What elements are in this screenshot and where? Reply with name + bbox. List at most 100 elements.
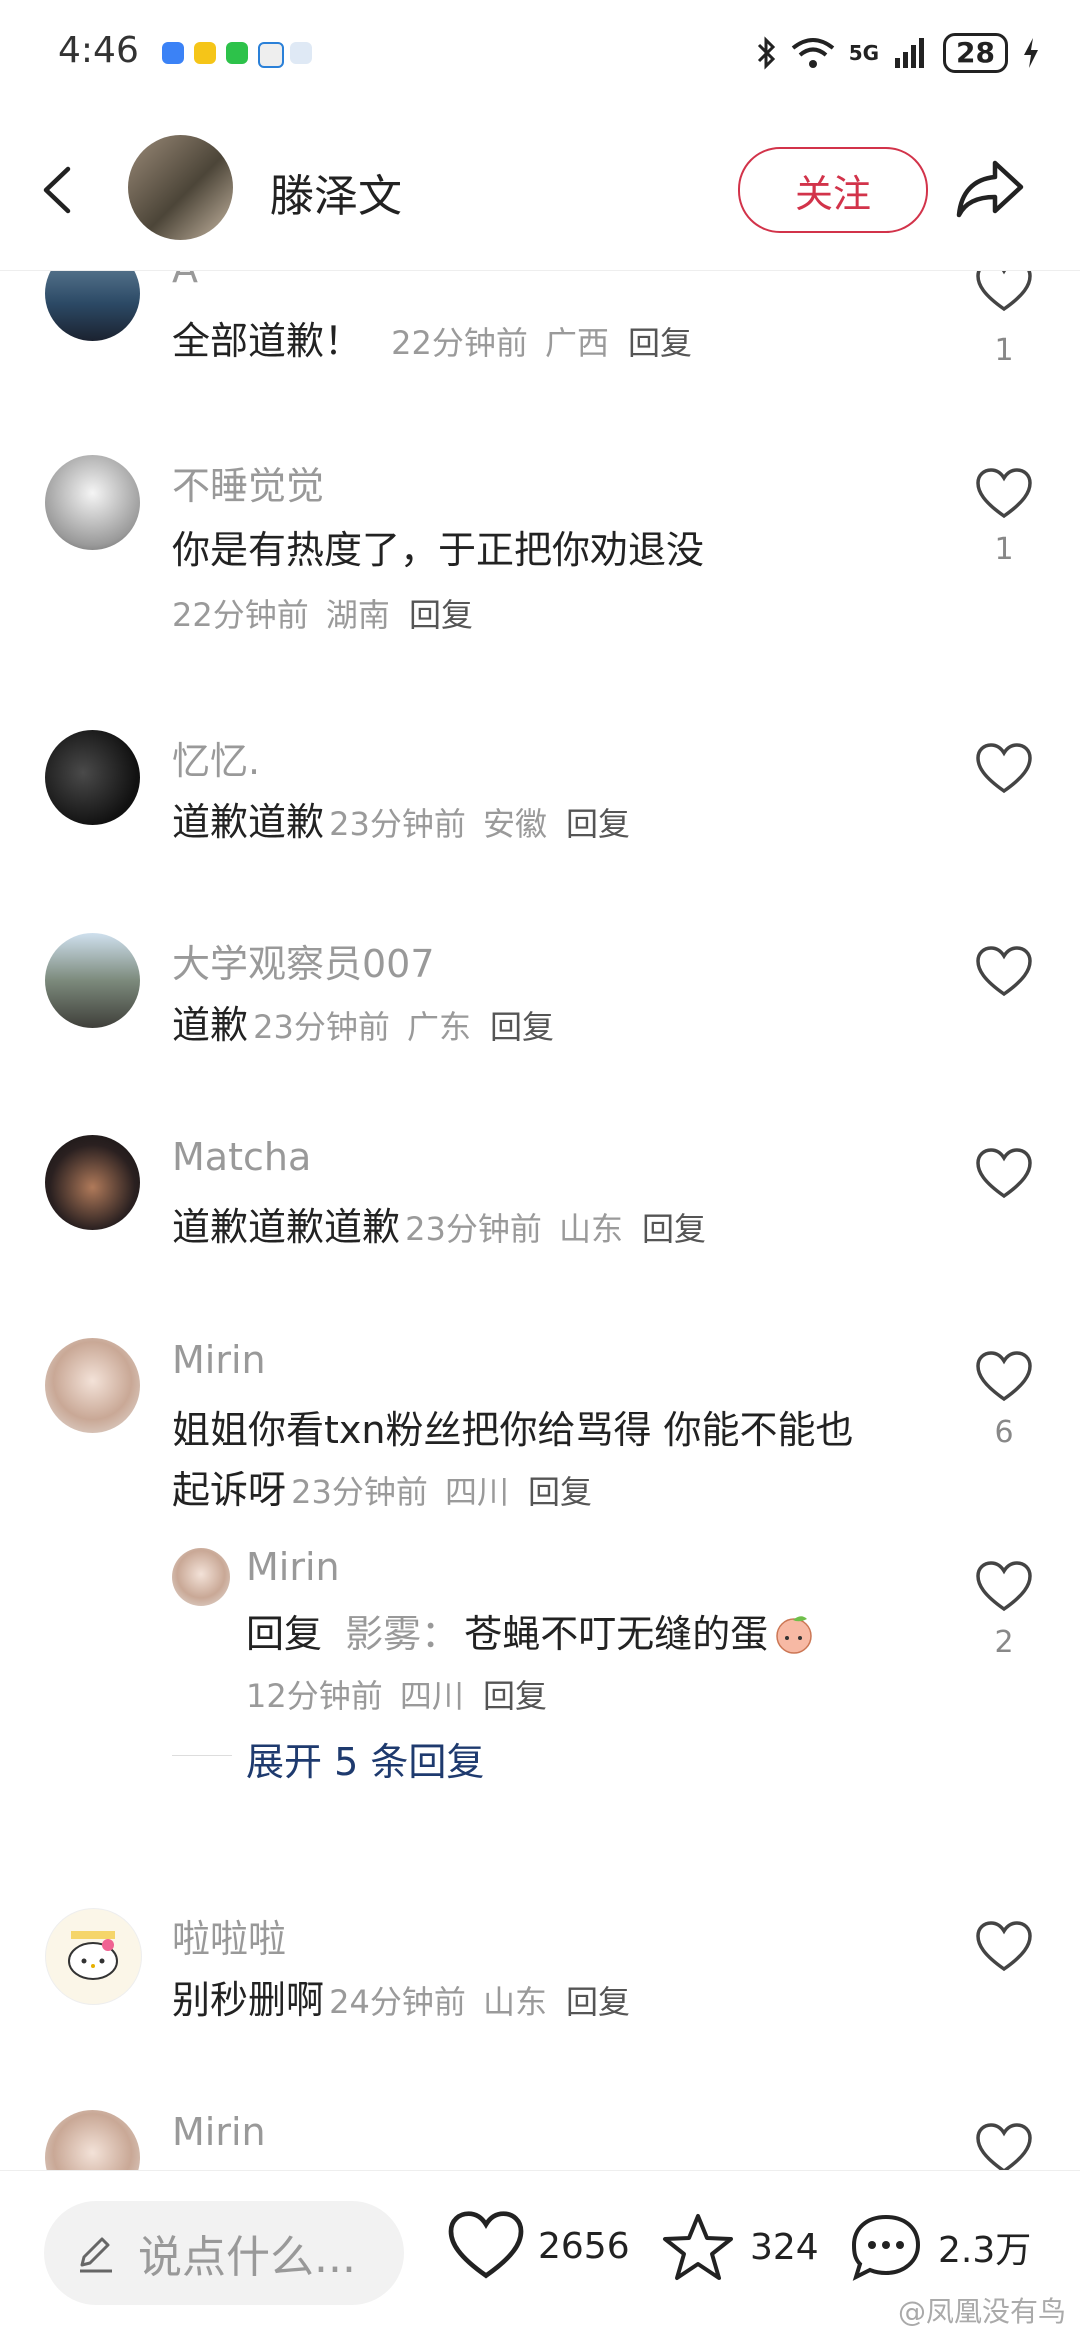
comment-body: 道歉道歉 23分钟前 安徽 回复 — [172, 792, 630, 852]
comment-text: 道歉道歉道歉 — [172, 1205, 401, 1249]
reply-button[interactable]: 回复 — [566, 1983, 630, 2021]
share-icon[interactable] — [955, 157, 1025, 219]
heart-icon — [448, 2211, 524, 2279]
heart-icon[interactable] — [976, 1351, 1032, 1403]
divider-line — [172, 1755, 232, 1756]
comment-text: 全部道歉！ — [172, 319, 363, 363]
comment-username[interactable]: A — [172, 271, 198, 291]
comment-time: 23分钟前 — [329, 805, 466, 843]
user-avatar[interactable] — [45, 933, 140, 1028]
comment-item: Mirin — [0, 2110, 1080, 2170]
heart-icon[interactable] — [976, 468, 1032, 520]
favorite-total: 324 — [750, 2226, 819, 2268]
user-avatar[interactable] — [45, 455, 140, 550]
user-avatar[interactable] — [45, 271, 140, 341]
status-bar: 4:46 5G 28 — [0, 0, 1080, 105]
comment-item: 啦啦啦 别秒删啊 24分钟前 山东 回复 — [0, 1908, 1080, 2038]
notification-app-icon — [258, 42, 284, 68]
heart-icon[interactable] — [976, 743, 1032, 795]
author-avatar[interactable] — [128, 135, 233, 240]
charging-icon — [1024, 37, 1038, 68]
reply-button[interactable]: 回复 — [642, 1210, 706, 1248]
comment-text: 别秒删啊 — [172, 1978, 325, 2022]
heart-icon[interactable] — [976, 2123, 1032, 2170]
comment-item: Matcha 道歉道歉道歉 23分钟前 山东 回复 — [0, 1135, 1080, 1265]
comment-body: 道歉道歉道歉 23分钟前 山东 回复 — [172, 1197, 706, 1257]
comment-username[interactable]: Mirin — [172, 2110, 266, 2154]
comment-username[interactable]: 大学观察员007 — [172, 933, 435, 988]
comment-body: 起诉呀 23分钟前 四川 回复 — [172, 1460, 592, 1520]
comment-text: 姐姐你看txn粉丝把你给骂得 你能不能也 — [172, 1408, 854, 1452]
comment-time: 12分钟前 — [246, 1677, 383, 1715]
network-type: 5G — [848, 40, 880, 65]
reply-button[interactable]: 回复 — [483, 1677, 547, 1715]
user-avatar[interactable] — [172, 1548, 230, 1606]
bluetooth-icon — [757, 35, 775, 70]
reply-target[interactable]: 影雾： — [345, 1612, 459, 1656]
favorite-button[interactable]: 324 — [660, 2211, 819, 2283]
comment-text-line2: 起诉呀 — [172, 1468, 287, 1512]
sub-reply-body: 回复 影雾： 苍蝇不叮无缝的蛋 — [246, 1604, 815, 1664]
comment-bubble-icon — [851, 2214, 921, 2281]
comment-time: 22分钟前 — [172, 596, 309, 634]
notification-app-icon — [162, 42, 184, 64]
comment-item: A 全部道歉！ 22分钟前 广西 回复 1 — [0, 271, 1080, 391]
comment-input[interactable]: 说点什么... — [44, 2201, 404, 2305]
like-count: 1 — [994, 333, 1014, 368]
comment-item: 不睡觉觉 你是有热度了，于正把你劝退没 22分钟前 湖南 回复 1 — [0, 450, 1080, 650]
comment-username[interactable]: Matcha — [172, 1135, 311, 1179]
reply-button[interactable]: 回复 — [490, 1008, 554, 1046]
pencil-icon — [80, 2237, 112, 2273]
hello-kitty-icon — [68, 1931, 118, 1980]
comment-item: Mirin 姐姐你看txn粉丝把你给骂得 你能不能也 起诉呀 23分钟前 四川 … — [0, 1338, 1080, 1838]
reply-button[interactable]: 回复 — [566, 805, 630, 843]
user-avatar[interactable] — [45, 730, 140, 825]
comment-time: 23分钟前 — [405, 1210, 542, 1248]
comment-username[interactable]: 啦啦啦 — [172, 1908, 286, 1963]
comment-location: 四川 — [399, 1677, 464, 1715]
battery-level: 28 — [943, 32, 1008, 73]
heart-icon[interactable] — [976, 946, 1032, 998]
comment-location: 山东 — [558, 1210, 623, 1248]
heart-icon[interactable] — [976, 1561, 1032, 1613]
sub-reply-username[interactable]: Mirin — [246, 1545, 340, 1589]
reply-button[interactable]: 回复 — [409, 596, 473, 634]
comment-body: 道歉 23分钟前 广东 回复 — [172, 995, 554, 1055]
comment-input-placeholder: 说点什么... — [138, 2232, 356, 2283]
comment-meta: 22分钟前 湖南 回复 — [172, 590, 473, 636]
comment-body: 别秒删啊 24分钟前 山东 回复 — [172, 1970, 630, 2030]
back-arrow-icon[interactable] — [38, 165, 78, 215]
like-button[interactable]: 2656 — [448, 2211, 630, 2281]
like-total: 2656 — [538, 2225, 630, 2267]
reply-prefix: 回复 — [246, 1612, 323, 1656]
watermark: @凤凰没有鸟 — [897, 2295, 1066, 2328]
user-avatar[interactable] — [45, 1135, 140, 1230]
comment-username[interactable]: 忆忆. — [172, 730, 260, 785]
comment-time: 23分钟前 — [291, 1473, 428, 1511]
expand-replies-button[interactable]: 展开 5 条回复 — [246, 1731, 484, 1786]
comment-username[interactable]: 不睡觉觉 — [172, 455, 324, 510]
notification-app-icon — [290, 42, 312, 64]
user-avatar[interactable] — [45, 1908, 142, 2005]
comment-body: 全部道歉！ 22分钟前 广西 回复 — [172, 311, 692, 371]
like-count: 2 — [994, 1625, 1014, 1660]
comment-location: 广西 — [544, 324, 609, 362]
follow-button[interactable]: 关注 — [738, 147, 928, 233]
wechat-icon — [226, 42, 248, 64]
comment-username[interactable]: Mirin — [172, 1338, 266, 1382]
reply-button[interactable]: 回复 — [528, 1473, 592, 1511]
signal-icon — [895, 37, 925, 68]
profile-header: 滕泽文 关注 — [0, 105, 1080, 271]
heart-icon[interactable] — [976, 1921, 1032, 1973]
comment-text: 你是有热度了，于正把你劝退没 — [172, 528, 705, 572]
comment-time: 23分钟前 — [253, 1008, 390, 1046]
author-name[interactable]: 滕泽文 — [270, 160, 402, 224]
like-count: 6 — [994, 1415, 1014, 1450]
heart-icon[interactable] — [976, 271, 1032, 313]
comments-button[interactable]: 2.3万 — [848, 2211, 1031, 2283]
comment-location: 湖南 — [325, 596, 390, 634]
user-avatar[interactable] — [45, 1338, 140, 1433]
user-avatar[interactable] — [45, 2110, 140, 2170]
reply-button[interactable]: 回复 — [628, 324, 692, 362]
heart-icon[interactable] — [976, 1148, 1032, 1200]
